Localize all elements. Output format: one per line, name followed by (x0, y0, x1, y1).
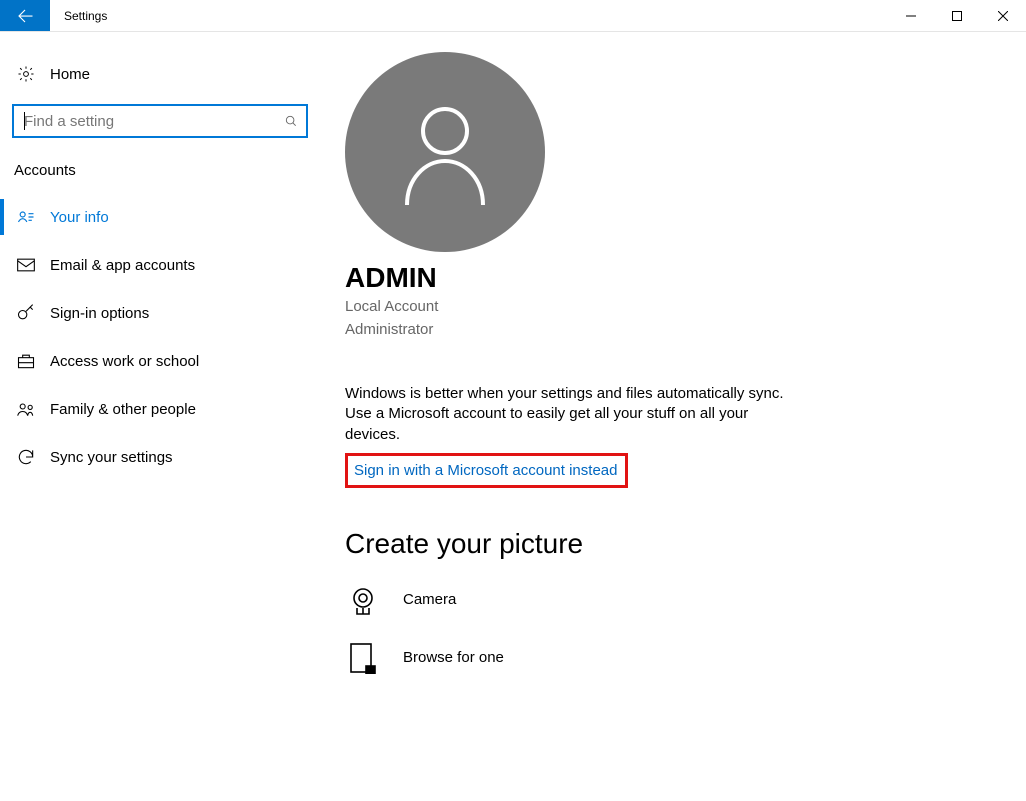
sidebar-item-label: Family & other people (50, 401, 196, 418)
sidebar-item-sync-settings[interactable]: Sync your settings (0, 433, 320, 481)
sidebar-item-family-people[interactable]: Family & other people (0, 385, 320, 433)
user-icon (395, 97, 495, 207)
titlebar: Settings (0, 0, 1026, 32)
sync-icon (16, 447, 36, 467)
camera-icon (345, 582, 381, 618)
sync-blurb: Windows is better when your settings and… (345, 384, 785, 445)
sign-in-microsoft-link[interactable]: Sign in with a Microsoft account instead (354, 462, 617, 479)
people-icon (16, 399, 36, 419)
account-type: Local Account (345, 296, 986, 317)
search-input[interactable] (14, 106, 276, 136)
avatar (345, 52, 545, 252)
content-area: ADMIN Local Account Administrator Window… (320, 32, 1026, 801)
window-title: Settings (50, 0, 107, 31)
account-name: ADMIN (345, 262, 986, 294)
highlight-annotation: Sign in with a Microsoft account instead (345, 453, 628, 488)
browse-option[interactable]: Browse for one (345, 640, 986, 676)
close-icon (998, 11, 1008, 21)
sidebar-item-your-info[interactable]: Your info (0, 193, 320, 241)
text-caret (24, 112, 25, 130)
search-box[interactable] (12, 104, 308, 138)
minimize-button[interactable] (888, 0, 934, 31)
sidebar: Home Accounts Your info (0, 32, 320, 801)
browse-label: Browse for one (403, 649, 504, 666)
sidebar-category: Accounts (0, 156, 320, 193)
create-picture-heading: Create your picture (345, 528, 986, 560)
maximize-icon (952, 11, 962, 21)
sidebar-item-email-app-accounts[interactable]: Email & app accounts (0, 241, 320, 289)
sidebar-item-signin-options[interactable]: Sign-in options (0, 289, 320, 337)
window-controls (888, 0, 1026, 31)
browse-icon (345, 640, 381, 676)
person-card-icon (16, 207, 36, 227)
sidebar-item-label: Your info (50, 209, 109, 226)
sidebar-item-access-work-school[interactable]: Access work or school (0, 337, 320, 385)
minimize-icon (906, 11, 916, 21)
account-role: Administrator (345, 319, 986, 340)
sidebar-item-label: Sync your settings (50, 449, 173, 466)
key-icon (16, 303, 36, 323)
search-icon (276, 114, 306, 128)
arrow-left-icon (16, 7, 34, 25)
back-button[interactable] (0, 0, 50, 31)
maximize-button[interactable] (934, 0, 980, 31)
camera-option[interactable]: Camera (345, 582, 986, 618)
close-button[interactable] (980, 0, 1026, 31)
sidebar-item-label: Email & app accounts (50, 257, 195, 274)
sidebar-item-label: Access work or school (50, 353, 199, 370)
home-label: Home (50, 66, 90, 83)
home-button[interactable]: Home (0, 52, 320, 96)
briefcase-icon (16, 351, 36, 371)
camera-label: Camera (403, 591, 456, 608)
mail-icon (16, 255, 36, 275)
sidebar-item-label: Sign-in options (50, 305, 149, 322)
gear-icon (16, 64, 36, 84)
